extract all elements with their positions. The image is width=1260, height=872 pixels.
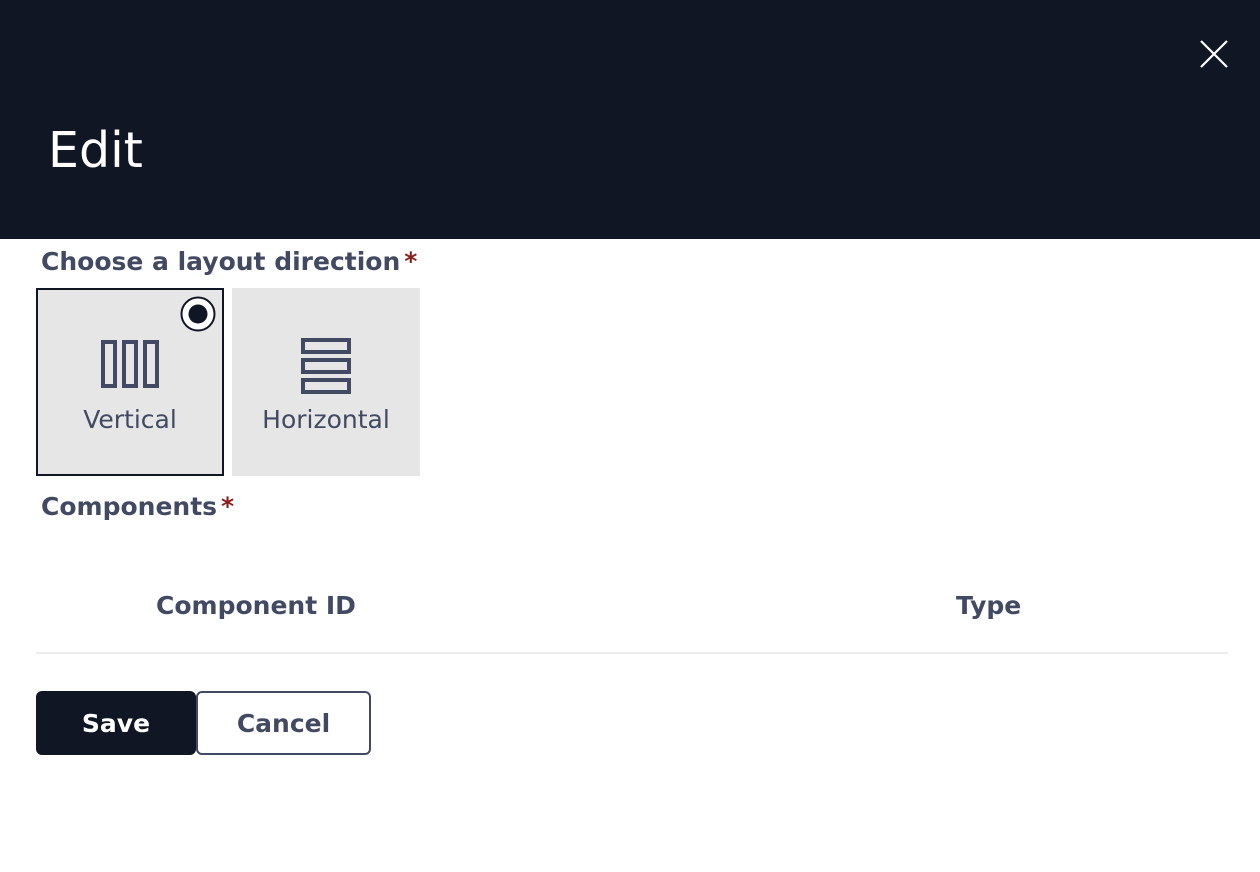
layout-option-horizontal[interactable]: Horizontal [232,288,420,476]
layout-direction-label-text: Choose a layout direction [41,247,401,276]
close-icon [1200,40,1228,68]
columns-icon [101,340,159,388]
required-marker: * [404,247,418,276]
dialog-header: Edit [0,0,1260,239]
column-header-component-id[interactable]: Component ID [156,590,356,622]
column-header-type[interactable]: Type [956,590,1021,622]
components-label-text: Components [41,492,218,521]
components-label: Components * [41,492,234,522]
layout-option-vertical[interactable]: Vertical [36,288,224,476]
required-marker: * [221,492,235,521]
layout-option-label: Vertical [83,405,177,434]
dialog-title: Edit [48,122,143,179]
layout-direction-label: Choose a layout direction * [41,247,417,277]
close-button[interactable] [1196,36,1232,72]
radio-selected-icon [180,296,216,332]
components-table: Component ID Type [36,572,1228,654]
layout-option-label: Horizontal [262,405,390,434]
rows-icon [301,338,351,394]
save-button[interactable]: Save [36,691,196,755]
cancel-button[interactable]: Cancel [196,691,371,755]
